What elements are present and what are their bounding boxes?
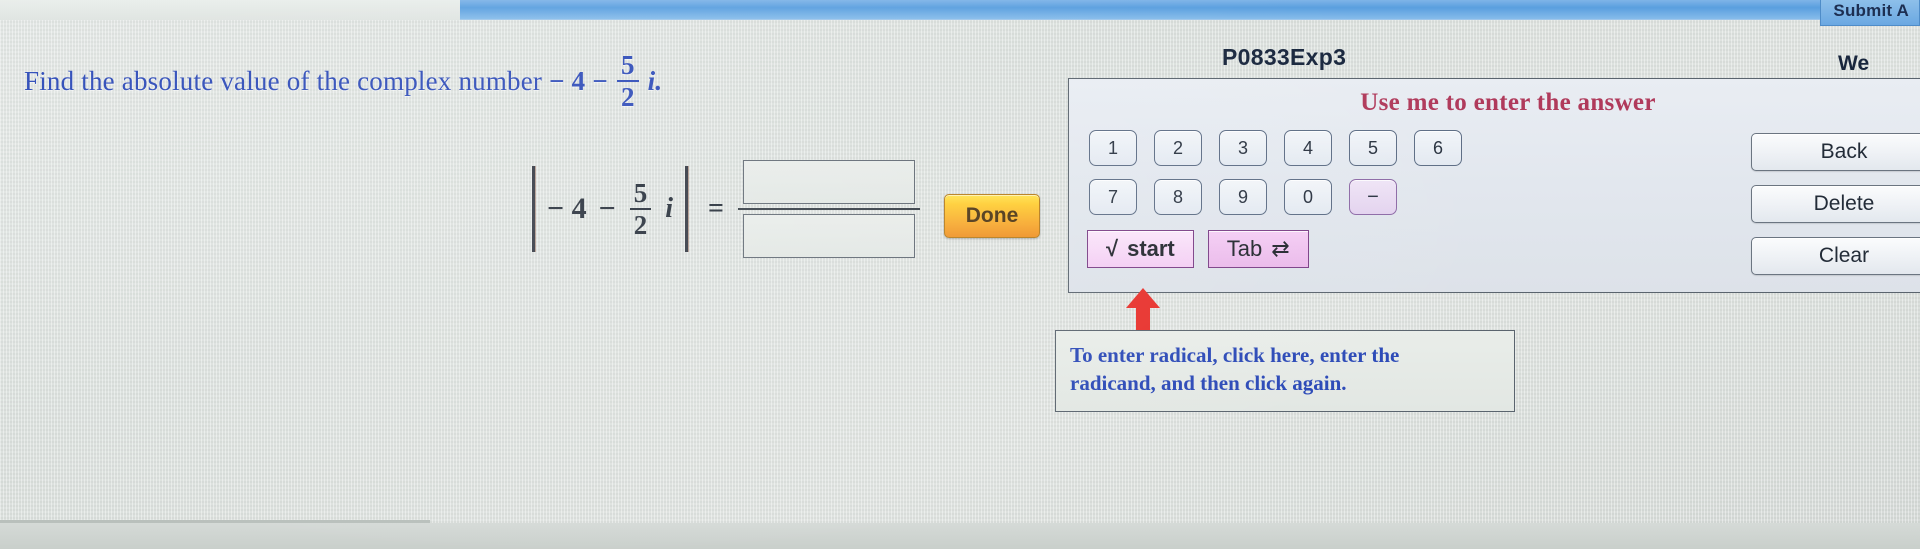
back-button[interactable]: Back [1751, 133, 1920, 171]
problem-text: Find the absolute value of the complex n… [24, 66, 543, 96]
key-minus[interactable]: − [1349, 179, 1397, 215]
problem-fraction-numerator: 5 [620, 50, 635, 80]
keypad-panel-title: P0833Exp3 [1222, 44, 1347, 70]
key-9[interactable]: 9 [1219, 179, 1267, 215]
red-arrow-icon [1126, 288, 1160, 336]
answer-fraction-bar [737, 208, 920, 210]
tab-swap-icon: ⇄ [1271, 236, 1290, 261]
clear-button[interactable]: Clear [1751, 237, 1920, 275]
radical-start-button[interactable]: √ start [1087, 230, 1194, 268]
we-label: We [1838, 52, 1870, 75]
key-1[interactable]: 1 [1089, 130, 1137, 166]
delete-button[interactable]: Delete [1751, 185, 1920, 223]
answer-numerator-input[interactable] [742, 160, 915, 204]
equals-sign: = [708, 193, 724, 224]
problem-fraction-denominator: 2 [620, 82, 635, 112]
radical-instruction-box: To enter radical, click here, enter the … [1055, 330, 1515, 412]
bottom-strip [0, 523, 1920, 549]
problem-statement: Find the absolute value of the complex n… [24, 52, 662, 111]
problem-operator: − [592, 66, 608, 96]
answer-equation: − 4 − 5 2 i = [520, 160, 920, 258]
key-6[interactable]: 6 [1414, 130, 1462, 166]
equation-operator: − [598, 192, 616, 225]
key-8[interactable]: 8 [1154, 179, 1202, 215]
math-keypad-panel: Use me to enter the answer 1 2 3 4 5 6 7… [1068, 78, 1920, 293]
browser-top-bar: Submit A [0, 0, 1920, 26]
key-2[interactable]: 2 [1154, 130, 1202, 166]
problem-fraction: 5 2 [616, 50, 639, 112]
problem-real-part: − 4 [549, 66, 586, 96]
absolute-value-bar-right [685, 166, 688, 252]
equation-fraction-numerator: 5 [633, 177, 648, 208]
equation-expression: − 4 − 5 2 i [547, 177, 673, 240]
answer-denominator-input[interactable] [742, 214, 915, 258]
equation-fraction-denominator: 2 [633, 209, 648, 240]
key-0[interactable]: 0 [1284, 179, 1332, 215]
equation-real-part: − 4 [547, 192, 587, 225]
done-button[interactable]: Done [944, 194, 1040, 238]
radical-icon: √ [1106, 236, 1119, 261]
equation-imaginary-unit: i [665, 193, 673, 224]
key-3[interactable]: 3 [1219, 130, 1267, 166]
answer-fraction [737, 160, 920, 258]
absolute-value-bar-left [532, 166, 535, 252]
equation-fraction: 5 2 [629, 177, 652, 240]
keypad-action-column: Back Delete Clear [1751, 133, 1920, 275]
key-5[interactable]: 5 [1349, 130, 1397, 166]
instruction-line-1: To enter radical, click here, enter the [1070, 343, 1400, 367]
radical-start-label: start [1127, 236, 1175, 261]
tab-button[interactable]: Tab ⇄ [1207, 230, 1309, 268]
tab-label: Tab [1226, 236, 1263, 261]
submit-assignment-button[interactable]: Submit A [1820, 0, 1920, 26]
keypad-header-text: Use me to enter the answer [1360, 89, 1656, 116]
key-7[interactable]: 7 [1089, 179, 1137, 215]
problem-imaginary-unit: i. [647, 66, 663, 96]
instruction-line-2: radicand, and then click again. [1070, 371, 1347, 396]
top-bar-left-panel [0, 0, 460, 20]
key-4[interactable]: 4 [1284, 130, 1332, 166]
